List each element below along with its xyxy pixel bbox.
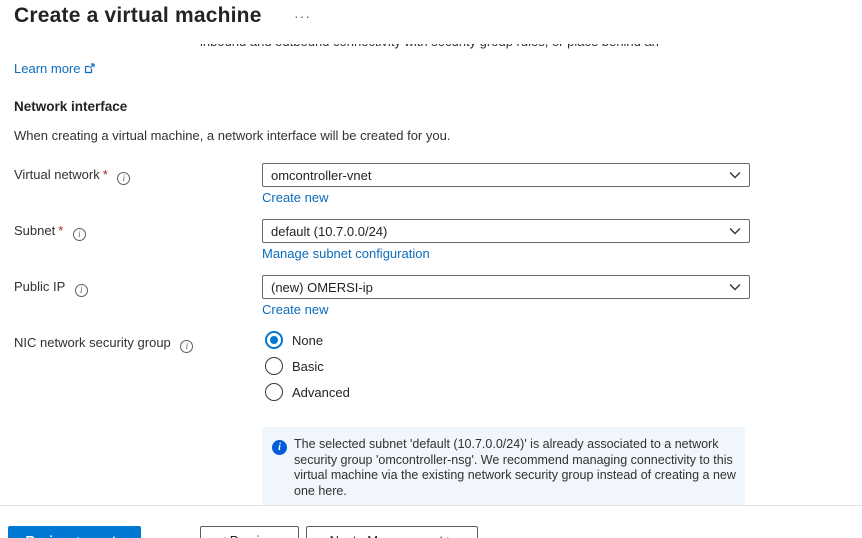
radio-none[interactable]: None: [265, 331, 323, 349]
public-ip-value: (new) OMERSI-ip: [271, 280, 729, 295]
virtual-network-select[interactable]: omcontroller-vnet: [262, 163, 750, 187]
previous-button[interactable]: < Previous: [200, 526, 299, 538]
nic-nsg-label-text: NIC network security group: [14, 335, 171, 350]
subnet-nsg-info-banner: i The selected subnet 'default (10.7.0.0…: [262, 427, 745, 505]
radio-none-label: None: [292, 333, 323, 348]
radio-button-icon: [265, 331, 283, 349]
public-ip-create-new-link[interactable]: Create new: [262, 302, 328, 317]
required-asterisk: *: [103, 167, 108, 182]
radio-basic-label: Basic: [292, 359, 324, 374]
radio-advanced-label: Advanced: [292, 385, 350, 400]
info-banner-text: The selected subnet 'default (10.7.0.0/2…: [294, 437, 740, 499]
subnet-label-text: Subnet: [14, 223, 55, 238]
public-ip-select[interactable]: (new) OMERSI-ip: [262, 275, 750, 299]
next-management-button[interactable]: Next : Management >: [306, 526, 478, 538]
public-ip-label-text: Public IP: [14, 279, 65, 294]
subnet-value: default (10.7.0.0/24): [271, 224, 729, 239]
more-actions-icon[interactable]: ···: [294, 8, 311, 24]
chevron-down-icon: [729, 227, 741, 235]
public-ip-label: Public IP i: [14, 279, 88, 297]
required-asterisk: *: [58, 223, 63, 238]
nic-nsg-label: NIC network security group i: [14, 335, 193, 353]
subnet-label: Subnet* i: [14, 223, 86, 241]
chevron-down-icon: [729, 171, 741, 179]
radio-button-icon: [265, 357, 283, 375]
virtual-network-create-new-link[interactable]: Create new: [262, 190, 328, 205]
info-icon[interactable]: i: [73, 228, 86, 241]
radio-advanced[interactable]: Advanced: [265, 383, 350, 401]
radio-basic[interactable]: Basic: [265, 357, 324, 375]
virtual-network-value: omcontroller-vnet: [271, 168, 729, 183]
info-icon[interactable]: i: [180, 340, 193, 353]
footer-divider: [0, 505, 862, 506]
virtual-network-label-text: Virtual network: [14, 167, 100, 182]
info-icon[interactable]: i: [117, 172, 130, 185]
section-description: When creating a virtual machine, a netwo…: [14, 128, 450, 143]
learn-more-label: Learn more: [14, 61, 80, 76]
section-heading: Network interface: [14, 99, 127, 114]
external-link-icon: [84, 62, 95, 77]
learn-more-link[interactable]: Learn more: [14, 61, 95, 77]
truncated-description-line: inbound and outbound connectivity with s…: [200, 44, 660, 52]
chevron-down-icon: [729, 283, 741, 291]
virtual-network-label: Virtual network* i: [14, 167, 130, 185]
manage-subnet-configuration-link[interactable]: Manage subnet configuration: [262, 246, 430, 261]
radio-button-icon: [265, 383, 283, 401]
info-icon[interactable]: i: [75, 284, 88, 297]
subnet-select[interactable]: default (10.7.0.0/24): [262, 219, 750, 243]
page-title: Create a virtual machine: [14, 4, 262, 28]
review-create-button[interactable]: Review + create: [8, 526, 141, 538]
info-icon: i: [272, 440, 287, 455]
